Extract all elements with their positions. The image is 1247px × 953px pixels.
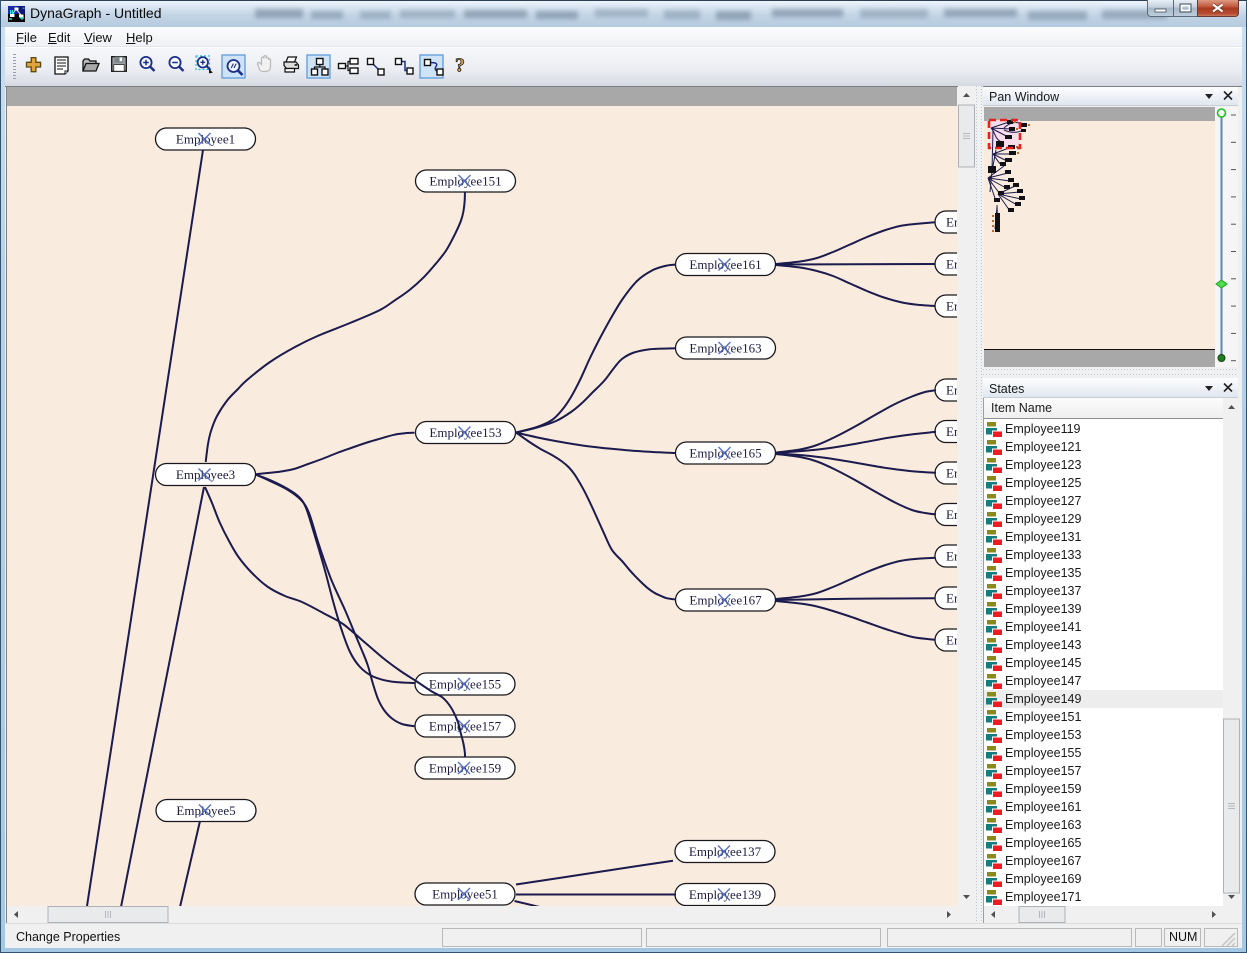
- svg-text:Employee151: Employee151: [429, 174, 501, 189]
- svg-text:Employee167: Employee167: [689, 593, 762, 608]
- svg-text:Employee165: Employee165: [689, 446, 761, 461]
- svg-text:Employee159: Employee159: [429, 761, 501, 776]
- svg-text:Employee155: Employee155: [429, 677, 501, 692]
- svg-text:Employee139: Employee139: [689, 887, 761, 902]
- svg-text:Employee: Employee: [946, 257, 957, 272]
- svg-text:Employee137: Employee137: [689, 844, 762, 859]
- svg-text:Employee: Employee: [946, 215, 957, 230]
- svg-text:Employee: Employee: [946, 507, 957, 522]
- svg-text:Employee161: Employee161: [689, 257, 761, 272]
- svg-text:Employee: Employee: [946, 466, 957, 481]
- svg-text:Employee: Employee: [946, 549, 957, 564]
- svg-text:Employee163: Employee163: [689, 341, 761, 356]
- svg-text:Employee: Employee: [946, 633, 957, 648]
- svg-text:Employee: Employee: [946, 591, 957, 606]
- svg-text:?: ?: [455, 55, 465, 77]
- svg-text:Employee: Employee: [946, 424, 957, 439]
- svg-text:Employee: Employee: [946, 383, 957, 398]
- svg-text:Employee1: Employee1: [176, 132, 235, 147]
- svg-text:Employee5: Employee5: [176, 803, 235, 818]
- svg-text:Employee: Employee: [946, 299, 957, 314]
- svg-text:Employee157: Employee157: [429, 719, 502, 734]
- svg-text:Employee153: Employee153: [429, 425, 501, 440]
- svg-text:Employee3: Employee3: [176, 467, 235, 482]
- svg-text:Employee51: Employee51: [432, 887, 498, 902]
